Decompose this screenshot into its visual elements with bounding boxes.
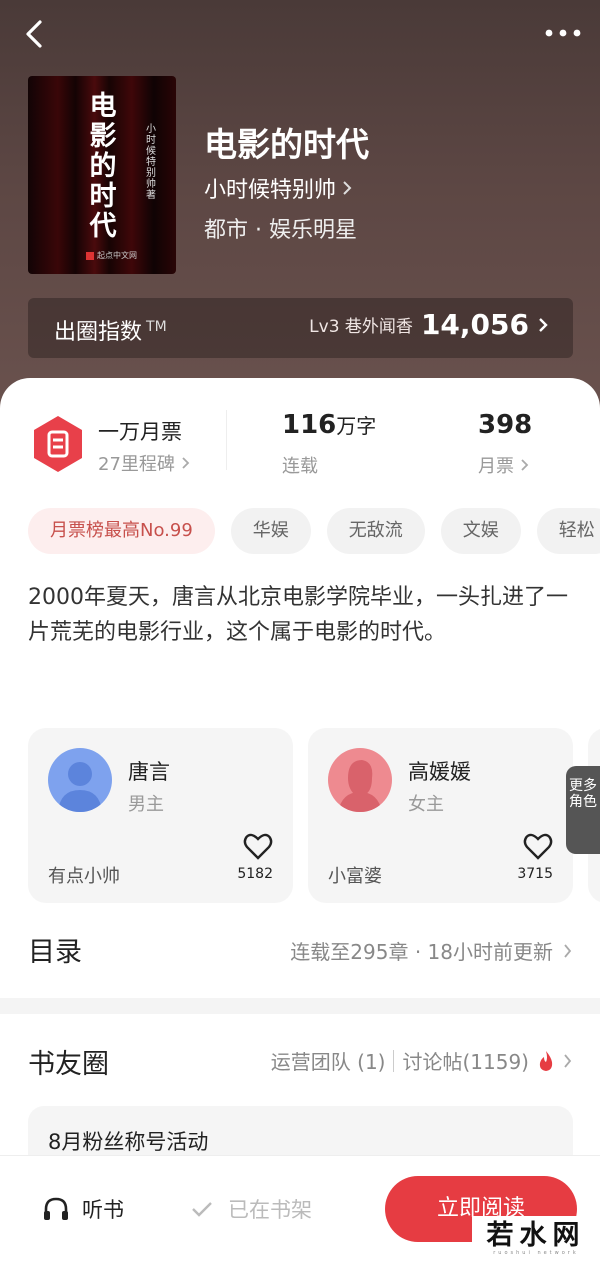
more-dots-icon bbox=[545, 29, 581, 37]
toc-link[interactable]: 连载至295章 · 18小时前更新 bbox=[290, 936, 572, 965]
index-level: Lv3 巷外闻香 bbox=[309, 317, 413, 337]
female-avatar-icon bbox=[328, 748, 392, 812]
chevron-right-icon bbox=[182, 457, 190, 469]
male-avatar-icon bbox=[48, 748, 112, 812]
shelf-status[interactable]: 已在书架 bbox=[190, 1194, 312, 1224]
divider bbox=[393, 1049, 395, 1072]
shelf-label: 已在书架 bbox=[228, 1198, 312, 1222]
monthly-ticket-badge-icon bbox=[34, 416, 82, 472]
character-card[interactable]: 高媛媛 女主 小富婆 3715 bbox=[308, 728, 573, 903]
cover-publisher: 起点中文网 bbox=[86, 250, 137, 261]
index-label: 出圈指数 TM bbox=[54, 318, 167, 345]
chevron-right-icon bbox=[343, 181, 352, 195]
cover-title: 电影的时代 bbox=[89, 91, 117, 242]
headphones-icon bbox=[44, 1197, 68, 1220]
check-icon bbox=[192, 1202, 212, 1217]
tag-list: 月票榜最高No.99 华娱 无敌流 文娱 轻松 bbox=[28, 508, 600, 554]
activity-title: 8月粉丝称号活动 bbox=[48, 1130, 209, 1154]
author-link[interactable]: 小时候特别帅 bbox=[204, 172, 352, 204]
chevron-right-icon bbox=[521, 459, 529, 471]
ticket-milestone-title: 一万月票 bbox=[98, 420, 182, 444]
book-cover[interactable]: 电影的时代 小时候特别帅 著 起点中文网 bbox=[28, 76, 176, 274]
character-list: 唐言 男主 有点小帅 5182 高媛媛 女主 小富婆 3715 bbox=[28, 728, 600, 903]
cover-author: 小时候特别帅 著 bbox=[146, 124, 156, 201]
book-header: 电影的时代 小时候特别帅 著 起点中文网 电影的时代 小时候特别帅 都市 · 娱… bbox=[0, 0, 600, 420]
more-button[interactable] bbox=[540, 18, 586, 48]
character-tag: 有点小帅 bbox=[48, 866, 120, 887]
book-genre: 都市 · 娱乐明星 bbox=[204, 218, 357, 243]
chevron-right-icon bbox=[564, 1053, 572, 1068]
tag-item[interactable]: 轻松 bbox=[536, 508, 600, 554]
watermark-sub: ruoshui network bbox=[493, 1250, 579, 1256]
heart-icon[interactable] bbox=[523, 832, 553, 860]
avatar bbox=[328, 748, 392, 812]
character-card[interactable]: 唐言 男主 有点小帅 5182 bbox=[28, 728, 293, 903]
character-role: 女主 bbox=[408, 794, 444, 815]
like-count: 5182 bbox=[237, 866, 273, 882]
trademark: TM bbox=[146, 318, 167, 335]
circle-team: 运营团队 (1) bbox=[270, 1050, 386, 1074]
tag-item[interactable]: 华娱 bbox=[230, 508, 311, 554]
tag-item[interactable]: 文娱 bbox=[440, 508, 521, 554]
author-name: 小时候特别帅 bbox=[204, 178, 337, 203]
tag-item[interactable]: 无敌流 bbox=[326, 508, 425, 554]
watermark-logo: 若水网 ruoshui network bbox=[472, 1216, 600, 1262]
more-roles-button[interactable]: 更多角色 bbox=[566, 766, 600, 854]
circle-posts: 讨论帖(1159) bbox=[402, 1050, 529, 1074]
avatar bbox=[48, 748, 112, 812]
book-synopsis[interactable]: 2000年夏天，唐言从北京电影学院毕业，一头扎进了一片荒芜的电影行业，这个属于电… bbox=[28, 580, 573, 650]
listen-button[interactable]: 听书 bbox=[42, 1194, 124, 1224]
monthly-ticket-link[interactable]: 月票 bbox=[478, 452, 529, 478]
flame-icon bbox=[539, 1050, 553, 1071]
watermark-text: 若水网 bbox=[486, 1220, 586, 1251]
popularity-index-bar[interactable]: 出圈指数 TM Lv3 巷外闻香 14,056 bbox=[28, 298, 573, 358]
character-name: 高媛媛 bbox=[408, 760, 471, 784]
like-count: 3715 bbox=[517, 866, 553, 882]
monthly-ticket-count: 398 bbox=[478, 410, 533, 440]
character-name: 唐言 bbox=[128, 760, 170, 784]
toc-info: 连载至295章 · 18小时前更新 bbox=[290, 940, 553, 964]
listen-label: 听书 bbox=[82, 1198, 124, 1222]
tag-rank[interactable]: 月票榜最高No.99 bbox=[28, 508, 215, 554]
milestone-link[interactable]: 27里程碑 bbox=[98, 450, 190, 476]
chevron-right-icon bbox=[539, 317, 548, 332]
chevron-left-icon bbox=[26, 20, 42, 48]
character-role: 男主 bbox=[128, 794, 164, 815]
character-tag: 小富婆 bbox=[328, 866, 382, 887]
serial-status: 连载 bbox=[282, 456, 318, 477]
back-button[interactable] bbox=[14, 14, 54, 54]
chevron-right-icon bbox=[564, 943, 572, 958]
circle-link[interactable]: 运营团队 (1) 讨论帖(1159) bbox=[271, 1046, 572, 1075]
publisher-logo-icon bbox=[86, 251, 94, 260]
index-value: 14,056 bbox=[420, 308, 529, 341]
circle-title: 书友圈 bbox=[28, 1049, 109, 1080]
word-count: 116万字 bbox=[282, 410, 377, 440]
heart-icon[interactable] bbox=[243, 832, 273, 860]
toc-title[interactable]: 目录 bbox=[28, 930, 82, 969]
divider bbox=[226, 410, 227, 470]
book-title: 电影的时代 bbox=[204, 125, 369, 164]
